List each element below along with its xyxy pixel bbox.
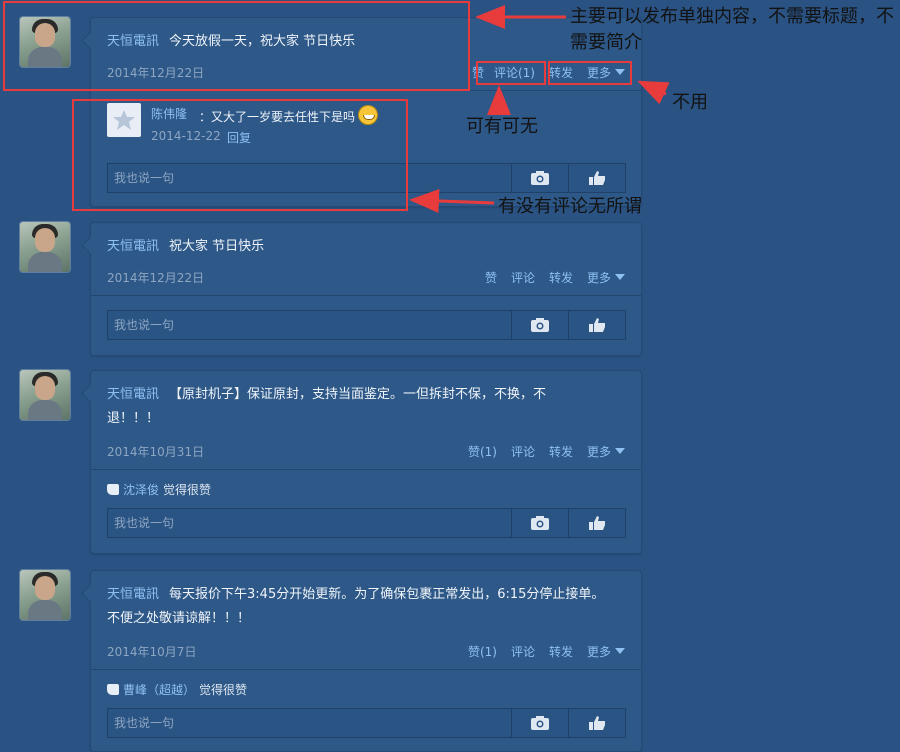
arrow-comments: [409, 188, 495, 213]
annotation-arrows: [409, 4, 670, 213]
annotation-not-needed: 不用: [672, 92, 708, 113]
arrow-not-needed: [637, 80, 670, 105]
annotation-optional: 可有可无: [466, 116, 538, 137]
annotation-main-content: 主要可以发布单独内容，不需要标题，不需要简介: [570, 6, 894, 53]
annotation-comments-optional: 有没有评论无所谓: [498, 196, 642, 217]
